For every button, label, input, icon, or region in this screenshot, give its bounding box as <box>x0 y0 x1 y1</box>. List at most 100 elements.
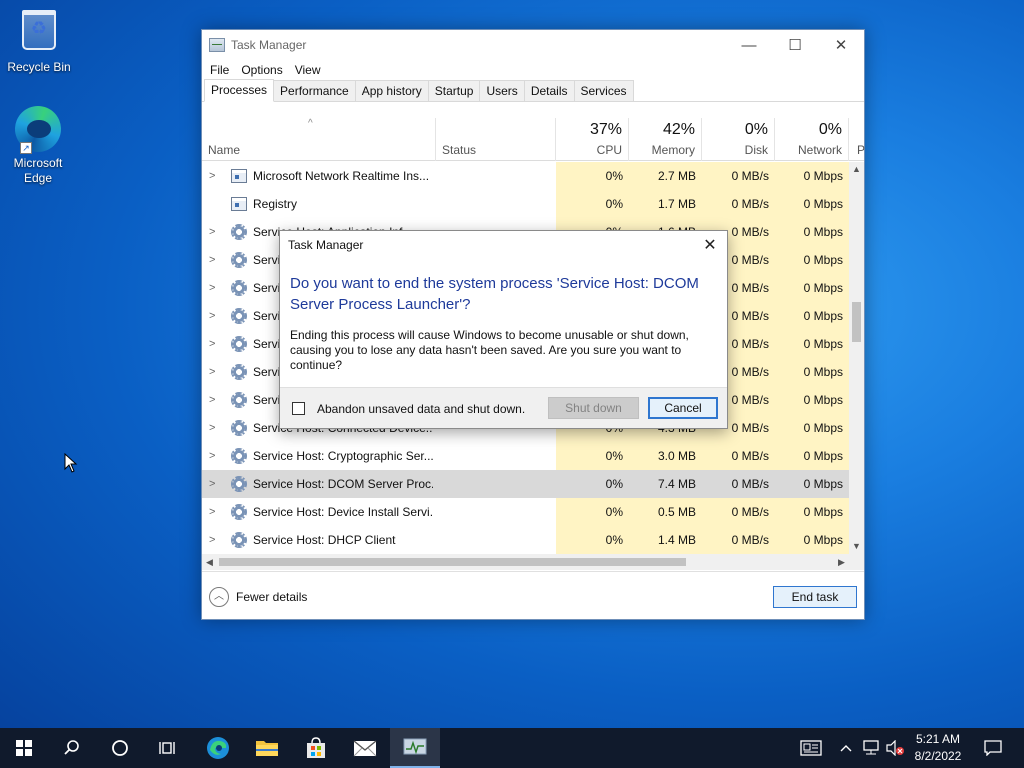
scroll-right-icon[interactable]: ▶ <box>834 554 849 570</box>
title-bar[interactable]: Task Manager — ☐ ✕ <box>202 30 864 60</box>
taskbar-task-manager[interactable] <box>390 728 440 768</box>
scroll-down-icon[interactable]: ▼ <box>849 539 864 554</box>
shut-down-button[interactable]: Shut down <box>548 397 639 419</box>
column-header-disk[interactable]: 0% Disk <box>702 118 775 161</box>
taskbar-mail[interactable] <box>341 728 389 768</box>
tab-users[interactable]: Users <box>479 80 525 101</box>
show-hidden-icons-button[interactable] <box>836 728 856 768</box>
tab-details[interactable]: Details <box>523 80 575 101</box>
action-center-button[interactable] <box>978 728 1008 768</box>
expand-chevron-icon[interactable]: > <box>209 246 221 274</box>
disk-cell: 0 MB/s <box>702 498 775 526</box>
search-icon <box>64 740 79 755</box>
column-header-network[interactable]: 0% Network <box>775 118 849 161</box>
memory-cell: 3.0 MB <box>629 442 702 470</box>
scroll-left-icon[interactable]: ◀ <box>202 554 217 570</box>
cancel-button[interactable]: Cancel <box>648 397 718 419</box>
scroll-up-icon[interactable]: ▲ <box>849 162 864 177</box>
tab-startup[interactable]: Startup <box>427 80 481 101</box>
expand-chevron-icon[interactable]: > <box>209 386 221 414</box>
expand-chevron-icon[interactable]: > <box>209 274 221 302</box>
disk-cell: 0 MB/s <box>702 526 775 554</box>
taskbar-file-explorer[interactable] <box>243 728 291 768</box>
abandon-data-label[interactable]: Abandon unsaved data and shut down. <box>317 402 525 416</box>
expand-chevron-icon[interactable]: > <box>209 358 221 386</box>
process-name: Registry <box>253 197 298 211</box>
menu-file[interactable]: File <box>204 63 235 77</box>
process-window-icon <box>231 197 247 211</box>
footer-bar: ︿ Fewer details End task <box>202 571 864 619</box>
tab-strip: Processes Performance App history Startu… <box>202 79 864 102</box>
process-row[interactable]: > Service Host: DHCP Client 0% 1.4 MB 0 MB/s… <box>202 526 849 554</box>
abandon-data-checkbox[interactable] <box>292 402 305 415</box>
expand-chevron-icon[interactable]: > <box>209 414 221 442</box>
tab-processes[interactable]: Processes <box>204 79 275 102</box>
service-gear-icon <box>231 420 247 436</box>
task-view-button[interactable] <box>144 728 192 768</box>
menu-view[interactable]: View <box>289 63 327 77</box>
fewer-details-link[interactable]: ︿ Fewer details <box>209 587 307 607</box>
expand-chevron-icon[interactable]: > <box>209 218 221 246</box>
task-manager-icon <box>403 738 427 755</box>
menu-bar: File Options View <box>202 60 864 80</box>
cortana-circle-icon <box>112 740 128 756</box>
tab-services[interactable]: Services <box>573 80 634 101</box>
close-button[interactable]: ✕ <box>818 30 864 60</box>
fewer-details-label: Fewer details <box>236 590 308 604</box>
column-header-cpu[interactable]: 37% CPU <box>556 118 629 161</box>
network-cell: 0 Mbps <box>775 302 849 330</box>
desktop-icon-label: Microsoft Edge <box>13 156 63 185</box>
expand-chevron-icon[interactable]: > <box>209 470 221 498</box>
taskbar: 5:21 AM 8/2/2022 <box>0 728 1024 768</box>
menu-options[interactable]: Options <box>235 63 288 77</box>
start-button[interactable] <box>0 728 48 768</box>
network-tray-button[interactable] <box>860 728 882 768</box>
desktop-icon-microsoft-edge[interactable]: ↗ Microsoft Edge <box>0 106 76 186</box>
maximize-button[interactable]: ☐ <box>772 30 818 60</box>
process-row[interactable]: > Microsoft Network Realtime Ins... 0% 2.7 … <box>202 162 849 190</box>
memory-cell: 0.5 MB <box>629 498 702 526</box>
tab-performance[interactable]: Performance <box>273 80 356 101</box>
cpu-cell: 0% <box>556 442 629 470</box>
expand-chevron-icon[interactable] <box>209 190 221 218</box>
column-header-power[interactable]: P <box>849 118 865 161</box>
expand-chevron-icon[interactable]: > <box>209 526 221 554</box>
memory-total: 42% <box>662 121 695 138</box>
dialog-close-button[interactable]: ✕ <box>699 235 721 257</box>
end-task-button[interactable]: End task <box>773 586 857 608</box>
expand-chevron-icon[interactable]: > <box>209 302 221 330</box>
tab-app-history[interactable]: App history <box>354 80 429 101</box>
horizontal-scroll-thumb[interactable] <box>219 558 686 566</box>
taskbar-edge[interactable] <box>194 728 242 768</box>
network-icon <box>863 740 879 755</box>
column-header-name[interactable]: ^ Name <box>202 118 436 161</box>
search-button[interactable] <box>48 728 96 768</box>
taskbar-clock[interactable]: 5:21 AM 8/2/2022 <box>902 731 974 765</box>
expand-chevron-icon[interactable]: > <box>209 442 221 470</box>
desktop-icon-recycle-bin[interactable]: Recycle Bin <box>1 6 77 75</box>
taskbar-store[interactable] <box>292 728 340 768</box>
process-row[interactable]: > Service Host: Device Install Servi... 0%… <box>202 498 849 526</box>
notifications-tray-button[interactable] <box>796 728 826 768</box>
minimize-button[interactable]: — <box>726 30 772 60</box>
process-row[interactable]: > Service Host: Cryptographic Ser... 0% 3.0… <box>202 442 849 470</box>
network-cell: 0 Mbps <box>775 442 849 470</box>
vertical-scroll-thumb[interactable] <box>852 302 861 342</box>
process-row[interactable]: Registry 0% 1.7 MB 0 MB/s 0 Mbps <box>202 190 849 218</box>
network-cell: 0 Mbps <box>775 358 849 386</box>
cortana-button[interactable] <box>96 728 144 768</box>
column-header-memory[interactable]: 42% Memory <box>629 118 702 161</box>
column-header-status[interactable]: Status <box>436 118 556 161</box>
task-view-icon <box>159 742 175 754</box>
memory-cell: 1.7 MB <box>629 190 702 218</box>
horizontal-scrollbar[interactable]: ◀ ▶ <box>202 554 864 570</box>
process-window-icon <box>231 169 247 183</box>
disk-cell: 0 MB/s <box>702 470 775 498</box>
expand-chevron-icon[interactable]: > <box>209 498 221 526</box>
vertical-scrollbar[interactable]: ▲ ▼ <box>849 162 864 554</box>
process-row[interactable]: > Service Host: DCOM Server Proc... 0% 7.4 … <box>202 470 849 498</box>
expand-chevron-icon[interactable]: > <box>209 162 221 190</box>
news-widget-icon <box>800 740 822 756</box>
column-header-row: ^ Name Status 37% CPU 42% Memory 0% Disk… <box>202 118 865 161</box>
expand-chevron-icon[interactable]: > <box>209 330 221 358</box>
